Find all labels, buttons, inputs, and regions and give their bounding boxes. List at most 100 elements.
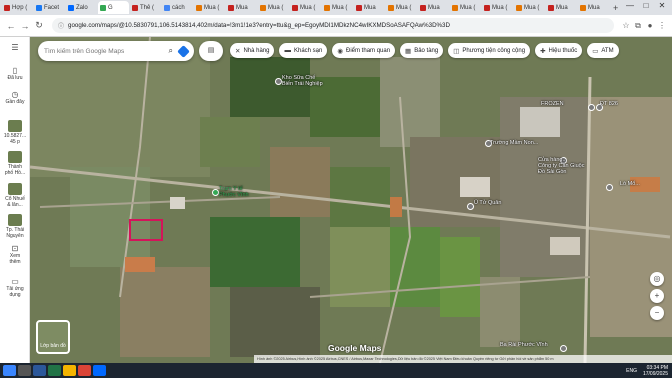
hotel-filter-button[interactable]: ▤ [199, 41, 223, 61]
rail-label: phố Hồ... [4, 170, 26, 176]
rail-label: dụng [9, 292, 21, 298]
site-info-icon[interactable]: ⓘ [58, 21, 64, 30]
poi-label[interactable]: Lò Mổ... [620, 181, 640, 187]
rail-item[interactable]: Tp. Thái Nguyên [0, 214, 30, 239]
poi-label[interactable]: Ba Rài Phước Vĩnh [500, 342, 548, 348]
browser-tab[interactable]: Mua ( [482, 1, 513, 14]
place-thumbnail [8, 151, 22, 163]
zoom-in-button[interactable]: + [650, 289, 664, 303]
tab-label: Mua ( [332, 4, 348, 11]
rail-item[interactable]: ⊡ Xem thêm [0, 245, 30, 266]
poi-label[interactable]: Trạm Y tế Phước Vĩnh [219, 186, 249, 198]
poi-label[interactable]: ĐT 826 [600, 101, 618, 107]
clock[interactable]: 03:34 PM 17/09/2025 [643, 365, 668, 377]
search-taskbar-icon[interactable] [18, 365, 31, 376]
rail-item[interactable]: 10.5827... 45 p [0, 120, 30, 145]
poi-marker-icon[interactable] [275, 78, 282, 85]
browser-tab[interactable]: cách [162, 1, 193, 14]
rail-item[interactable]: Thành phố Hồ... [0, 151, 30, 176]
language-indicator[interactable]: ENG [626, 368, 637, 374]
search-box[interactable]: ⌕ [38, 41, 194, 61]
excel-icon[interactable] [48, 365, 61, 376]
tab-label: Mua ( [492, 4, 508, 11]
browser-tab[interactable]: Zalo [66, 1, 97, 14]
chip-điểm-tham-quan[interactable]: ◉ Điểm tham quan [332, 43, 396, 58]
browser-tab[interactable]: Mua ( [322, 1, 353, 14]
tab-favicon-icon [164, 4, 170, 11]
minimize-button[interactable]: — [622, 1, 638, 10]
browser-tab[interactable]: Facet [34, 1, 65, 14]
poi-label[interactable]: FROZEN [541, 101, 564, 107]
atm-icon: ▭ [592, 47, 599, 55]
zoom-out-button[interactable]: − [650, 306, 664, 320]
satellite-map[interactable] [30, 37, 672, 363]
rail-item[interactable]: ◷ Gần đây [0, 91, 30, 106]
new-tab-button[interactable]: + [613, 3, 618, 13]
poi-label[interactable]: Trường Mầm Non... [490, 140, 538, 146]
close-window-button[interactable]: ✕ [654, 1, 670, 10]
browser-tab[interactable]: Mua ( [514, 1, 545, 14]
rail-item[interactable]: ☰ [0, 44, 30, 52]
browser-tab[interactable]: Mua [226, 1, 257, 14]
chip-bảo-tàng[interactable]: ▦ Bảo tàng [400, 43, 444, 58]
start-icon[interactable] [3, 365, 16, 376]
poi-label[interactable]: Ủ Tử Quân [474, 200, 501, 206]
word-icon[interactable] [33, 365, 46, 376]
browser-tab[interactable]: Mua ( [386, 1, 417, 14]
tab-favicon-icon [196, 4, 202, 11]
browser-tab[interactable]: Mua [354, 1, 385, 14]
browser-tab[interactable]: Mua [546, 1, 577, 14]
browser-tab[interactable]: Mua ( [450, 1, 481, 14]
browser-menu-icon[interactable]: ⋮ [656, 21, 668, 30]
chip-nhà-hàng[interactable]: ✕ Nhà hàng [230, 43, 275, 58]
browser-tab[interactable]: Thê ( [130, 1, 161, 14]
tab-favicon-icon [4, 4, 10, 11]
location-icon[interactable]: ◎ [650, 272, 664, 286]
extensions-icon[interactable]: ⧉ [632, 21, 644, 31]
browser-tab[interactable]: Mua ( [194, 1, 225, 14]
layers-label: Lớp bản đồ [40, 343, 66, 349]
profile-icon[interactable]: ● [644, 21, 656, 30]
reload-icon[interactable]: ↻ [32, 20, 46, 31]
tab-favicon-icon [516, 4, 522, 11]
museum-icon: ▦ [405, 47, 412, 55]
browser-tab[interactable]: Mua [578, 1, 609, 14]
chip-hiệu-thuốc[interactable]: ✚ Hiệu thuốc [535, 43, 583, 58]
poi-label[interactable]: Cửa hàng... Công ty Cần Giuộc Đồ Sài Gòn [538, 157, 584, 175]
poi-marker-icon[interactable] [606, 184, 613, 191]
file-explorer-icon[interactable] [63, 365, 76, 376]
chip-phương-tiện-công-cộng[interactable]: ◫ Phương tiện công cộng [448, 43, 531, 58]
poi-marker-icon[interactable] [467, 203, 474, 210]
browser-tab[interactable]: Mua ( [290, 1, 321, 14]
forward-icon[interactable]: → [18, 21, 32, 31]
browser-tab[interactable]: G [98, 1, 129, 14]
place-thumbnail [8, 214, 22, 226]
poi-marker-icon[interactable] [212, 189, 219, 196]
tab-label: Mua [428, 4, 440, 11]
rail-label: thêm [9, 259, 21, 265]
tab-favicon-icon [420, 4, 426, 11]
poi-label[interactable]: Kho Sữa Chế Biến Trái Nghiệp [282, 75, 323, 87]
browser-tab[interactable]: Mua ( [258, 1, 289, 14]
search-icon[interactable]: ⌕ [169, 46, 173, 56]
chip-atm[interactable]: ▭ ATM [587, 43, 619, 58]
tab-favicon-icon [260, 4, 266, 11]
camera-icon: ◉ [337, 47, 344, 55]
maximize-button[interactable]: □ [638, 1, 654, 10]
poi-marker-icon[interactable] [560, 345, 567, 352]
zalo-icon[interactable] [93, 365, 106, 376]
directions-icon[interactable] [177, 44, 190, 58]
rail-item[interactable]: ▯ Đã lưu [0, 67, 30, 82]
back-icon[interactable]: ← [4, 21, 18, 31]
url-field[interactable]: ⓘ google.com/maps/@10.5830791,106.514381… [52, 18, 614, 33]
rail-item[interactable]: ▭ Tải ứng dụng [0, 278, 30, 299]
tab-label: Zalo [76, 4, 88, 11]
chip-khách-sạn[interactable]: ▬ Khách sạn [279, 43, 328, 58]
browser-tab[interactable]: Mua [418, 1, 449, 14]
chrome-icon[interactable] [78, 365, 91, 376]
browser-tab[interactable]: Hợp ( [2, 1, 33, 14]
bookmark-star-icon[interactable]: ☆ [620, 21, 632, 30]
rail-item[interactable]: Cổ Nhuế & lân... [0, 183, 30, 208]
poi-marker-icon[interactable] [588, 104, 595, 111]
search-input[interactable] [44, 47, 166, 55]
